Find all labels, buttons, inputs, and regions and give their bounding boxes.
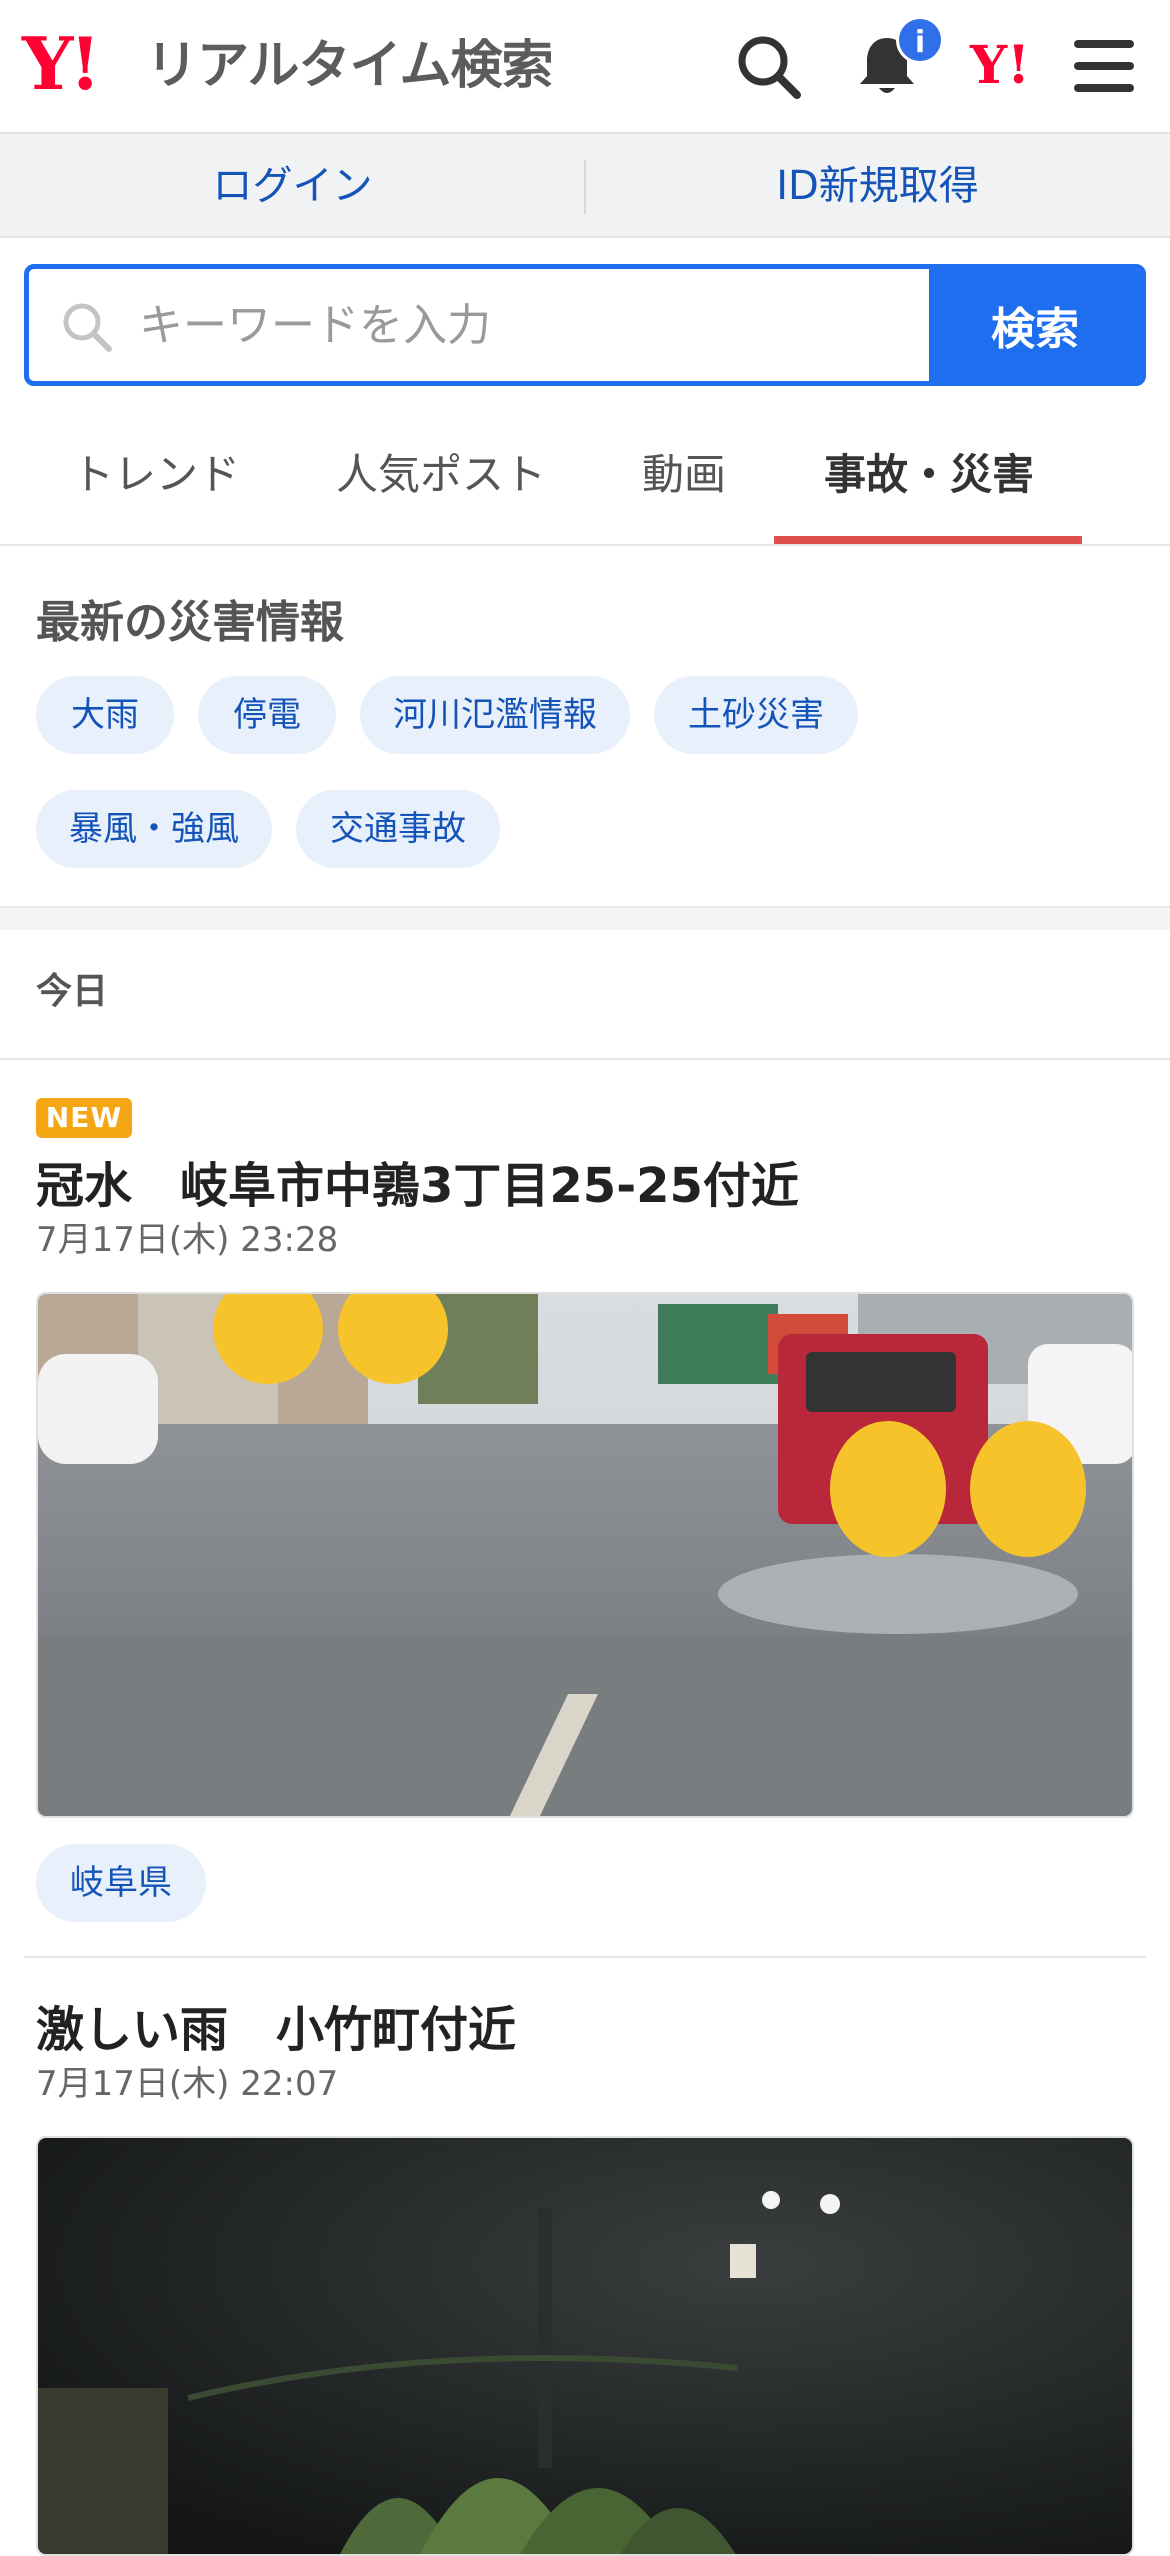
notification-badge: i (896, 16, 944, 64)
post-divider (24, 1956, 1146, 1958)
tab-accident-disaster[interactable]: 事故・災害 (824, 410, 1034, 544)
chip-power-outage[interactable]: 停電 (198, 676, 336, 754)
night-rain-image (38, 2138, 1132, 2554)
section-divider (0, 906, 1170, 930)
tab-popular-posts[interactable]: 人気ポスト (336, 410, 546, 544)
yahoo-logo[interactable]: Y! (22, 28, 101, 100)
chip-traffic-accident[interactable]: 交通事故 (296, 790, 500, 868)
account-bar: ログイン ID新規取得 (0, 134, 1170, 238)
search-icon[interactable] (734, 32, 804, 102)
new-badge: NEW (36, 1098, 132, 1138)
app-header: Y! リアルタイム検索 i Y! (0, 0, 1170, 134)
post-title[interactable]: 冠水 岐阜市中鶉3丁目25-25付近 (36, 1146, 799, 1216)
yahoo-japan-id-icon[interactable]: Y! (970, 36, 1030, 96)
service-title[interactable]: リアルタイム検索 (146, 36, 553, 96)
day-divider (0, 1058, 1170, 1060)
active-tab-indicator (774, 536, 1082, 544)
post-video-thumbnail[interactable] (36, 1292, 1134, 1818)
search-form: 検索 (24, 264, 1146, 386)
tab-trend[interactable]: トレンド (72, 410, 240, 544)
signup-link[interactable]: ID新規取得 (585, 134, 1170, 238)
flooded-street-image (38, 1294, 1132, 1816)
day-label: 今日 (36, 971, 109, 1012)
category-tabs: トレンド 人気ポスト 動画 事故・災害 (0, 410, 1170, 546)
search-input[interactable] (139, 269, 939, 381)
post-date: 7月17日(木) 22:07 (36, 2064, 339, 2104)
chip-storm-wind[interactable]: 暴風・強風 (36, 790, 272, 868)
search-button[interactable]: 検索 (929, 269, 1141, 381)
search-field-icon (63, 303, 112, 352)
login-link[interactable]: ログイン (0, 134, 585, 238)
post-video-thumbnail[interactable] (36, 2136, 1134, 2556)
chip-landslide[interactable]: 土砂災害 (654, 676, 858, 754)
chip-river-flood[interactable]: 河川氾濫情報 (360, 676, 630, 754)
chip-heavy-rain[interactable]: 大雨 (36, 676, 174, 754)
tab-video[interactable]: 動画 (642, 410, 726, 544)
disaster-section-title: 最新の災害情報 (36, 597, 344, 648)
post-date: 7月17日(木) 23:28 (36, 1220, 339, 1260)
post-title[interactable]: 激しい雨 小竹町付近 (36, 1990, 516, 2060)
menu-icon[interactable] (1072, 36, 1136, 96)
post-location-tag[interactable]: 岐阜県 (36, 1844, 206, 1922)
